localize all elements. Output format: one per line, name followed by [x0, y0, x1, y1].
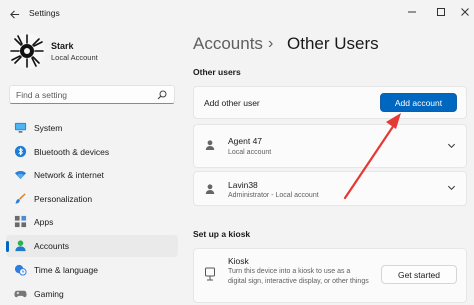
- user-icon: [205, 140, 215, 150]
- back-button[interactable]: [5, 5, 23, 23]
- sidebar-item-label: Bluetooth & devices: [34, 147, 110, 157]
- kiosk-card: Kiosk Turn this device into a kiosk to u…: [193, 248, 467, 303]
- get-started-button[interactable]: Get started: [381, 265, 457, 284]
- sidebar-item-time-language[interactable]: Time & language: [6, 259, 178, 281]
- section-title-other-users: Other users: [193, 67, 241, 77]
- sidebar-item-system[interactable]: System: [6, 117, 178, 139]
- person-icon: [15, 240, 26, 252]
- monitor-icon: [14, 122, 27, 133]
- user-detail: Local account: [228, 149, 272, 156]
- title-bar: Settings: [0, 0, 474, 28]
- breadcrumb-accounts[interactable]: Accounts: [193, 34, 263, 54]
- sidebar-item-label: Accounts: [34, 241, 69, 251]
- gamepad-icon: [14, 290, 27, 298]
- add-account-button[interactable]: Add account: [380, 93, 457, 112]
- sidebar-item-gaming[interactable]: Gaming: [6, 283, 178, 305]
- chevron-down-icon[interactable]: [447, 183, 456, 192]
- brush-icon: [15, 193, 26, 204]
- search-placeholder: Find a setting: [16, 90, 68, 100]
- sidebar-item-label: Gaming: [34, 289, 64, 299]
- minimize-button[interactable]: [402, 4, 422, 20]
- bluetooth-icon: [14, 145, 27, 158]
- kiosk-description: Turn this device into a kiosk to use as …: [228, 268, 369, 285]
- user-icon: [205, 184, 215, 194]
- sidebar-item-label: Network & internet: [34, 170, 104, 180]
- add-other-user-label: Add other user: [204, 98, 260, 108]
- user-detail: Administrator - Local account: [228, 192, 319, 199]
- add-other-user-card: Add other user Add account: [193, 86, 467, 119]
- sidebar-item-label: Personalization: [34, 194, 93, 204]
- maximize-button[interactable]: [431, 4, 451, 20]
- search-input[interactable]: Find a setting: [9, 85, 175, 104]
- sidebar-item-apps[interactable]: Apps: [6, 211, 178, 233]
- user-name: Lavin38: [228, 180, 258, 190]
- maximize-icon: [437, 8, 445, 16]
- avatar-image: [9, 33, 45, 69]
- user-name: Agent 47: [228, 136, 263, 146]
- kiosk-icon: [205, 267, 215, 281]
- kiosk-title: Kiosk: [228, 256, 249, 266]
- back-arrow-icon: [9, 9, 19, 19]
- minimize-icon: [408, 11, 416, 13]
- sidebar-item-label: Apps: [34, 217, 54, 227]
- search-icon: [157, 90, 167, 100]
- clock-globe-icon: [14, 264, 27, 276]
- breadcrumb-separator: ›: [268, 35, 274, 52]
- section-title-kiosk: Set up a kiosk: [193, 229, 251, 239]
- wifi-icon: [14, 170, 27, 180]
- app-title: Settings: [29, 8, 60, 18]
- chevron-down-icon[interactable]: [447, 141, 456, 150]
- sidebar-item-personalization[interactable]: Personalization: [6, 188, 178, 210]
- selected-indicator: [6, 241, 9, 252]
- sidebar-item-accounts[interactable]: Accounts: [6, 235, 178, 257]
- page-title: Other Users: [287, 34, 379, 53]
- user-row-lavin38[interactable]: Lavin38 Administrator - Local account: [193, 171, 467, 206]
- sidebar-item-label: System: [34, 123, 63, 133]
- profile-name: Stark: [51, 41, 74, 51]
- close-icon: [461, 8, 469, 16]
- user-row-agent47[interactable]: Agent 47 Local account: [193, 124, 467, 168]
- sidebar-item-label: Time & language: [34, 265, 98, 275]
- close-button[interactable]: [455, 4, 474, 20]
- sidebar-item-network[interactable]: Network & internet: [6, 164, 178, 186]
- apps-icon: [14, 215, 27, 228]
- avatar: [8, 32, 46, 70]
- sidebar-item-bluetooth[interactable]: Bluetooth & devices: [6, 141, 178, 163]
- profile-account-type: Local Account: [51, 53, 98, 62]
